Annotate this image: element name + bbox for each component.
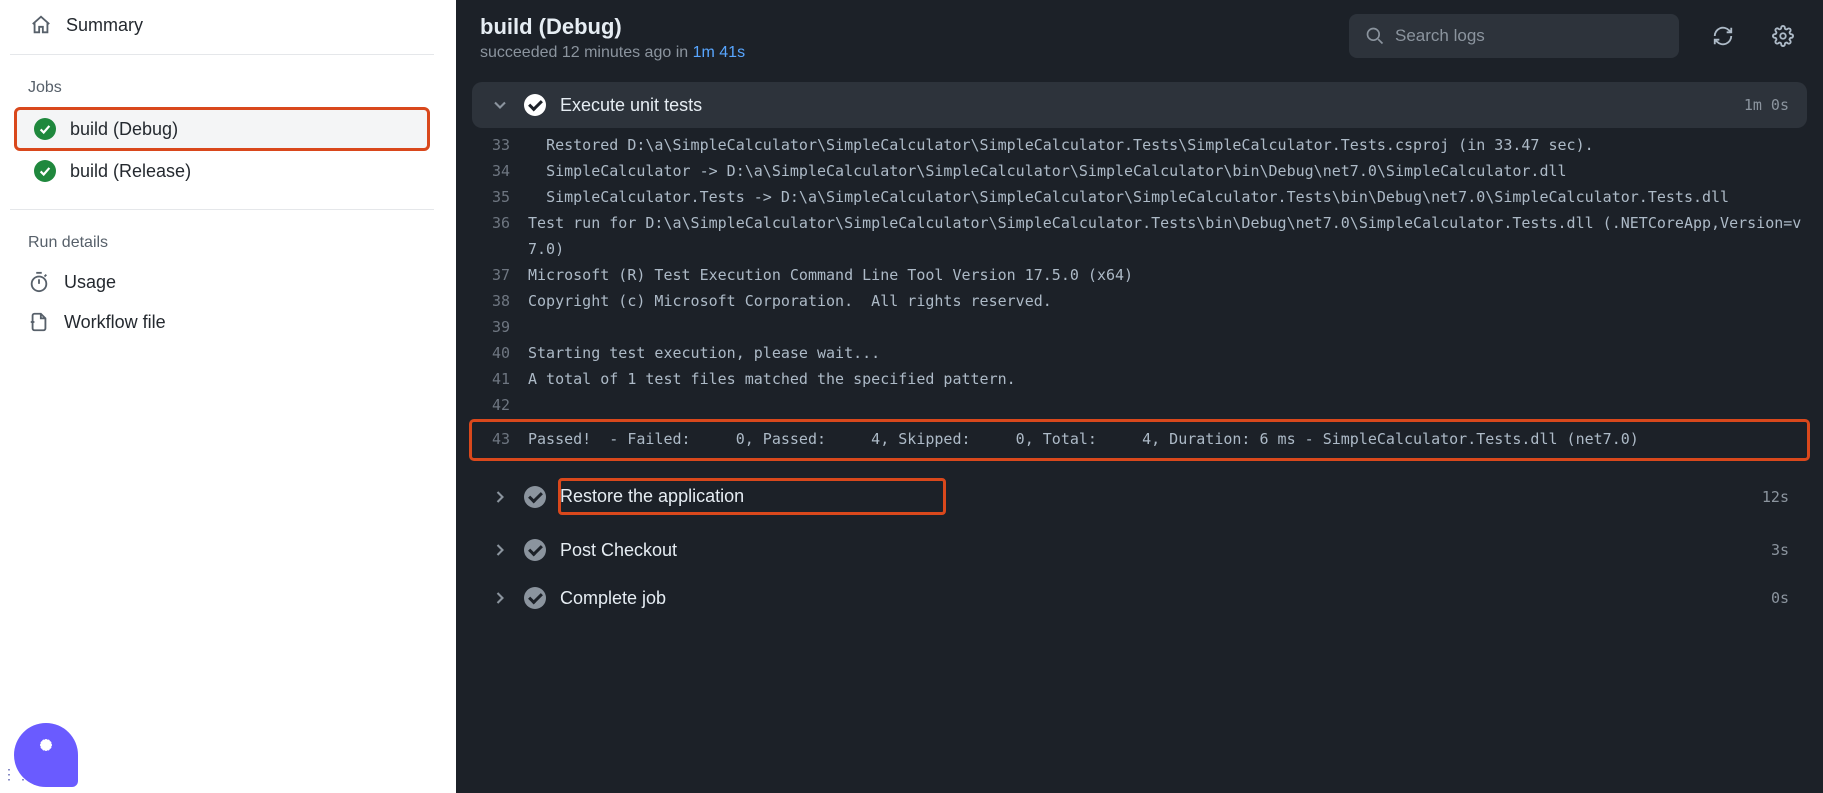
- workflow-file-label: Workflow file: [64, 312, 166, 333]
- job-build-debug[interactable]: build (Debug): [16, 109, 428, 149]
- workflow-file-icon: [28, 311, 50, 333]
- refresh-button[interactable]: [1707, 20, 1739, 52]
- chevron-right-icon: [490, 540, 510, 560]
- step-duration: 3s: [1771, 541, 1789, 559]
- summary-nav[interactable]: Summary: [10, 0, 434, 55]
- step-label: Restore the application: [560, 480, 1748, 513]
- step-label: Execute unit tests: [560, 95, 1730, 116]
- job-subtitle: succeeded 12 minutes ago in 1m 41s: [480, 44, 1333, 62]
- log-line: 42: [472, 392, 1807, 418]
- log-line: 43Passed! - Failed: 0, Passed: 4, Skippe…: [472, 426, 1807, 452]
- stopwatch-icon: [28, 271, 50, 293]
- loading-badge[interactable]: [14, 723, 78, 787]
- job-build-release[interactable]: build (Release): [16, 151, 428, 191]
- job-label: build (Debug): [70, 119, 178, 140]
- job-duration: 1m 41s: [693, 44, 745, 61]
- gear-icon: [1772, 25, 1794, 47]
- drag-handle-icon: ⋮⋮: [2, 771, 10, 777]
- refresh-icon: [1712, 25, 1734, 47]
- usage-label: Usage: [64, 272, 116, 293]
- check-circle-icon: [34, 160, 56, 182]
- check-circle-icon: [34, 118, 56, 140]
- chevron-down-icon: [490, 95, 510, 115]
- log-line: 36Test run for D:\a\SimpleCalculator\Sim…: [472, 210, 1807, 262]
- usage-nav[interactable]: Usage: [10, 262, 424, 302]
- log-header: build (Debug) succeeded 12 minutes ago i…: [456, 0, 1823, 72]
- log-line: 34 SimpleCalculator -> D:\a\SimpleCalcul…: [472, 158, 1807, 184]
- settings-button[interactable]: [1767, 20, 1799, 52]
- check-circle-icon: [524, 539, 546, 561]
- log-line: 35 SimpleCalculator.Tests -> D:\a\Simple…: [472, 184, 1807, 210]
- step-label: Complete job: [560, 588, 1757, 609]
- step-label: Post Checkout: [560, 540, 1757, 561]
- home-icon: [30, 14, 52, 36]
- step-execute-unit-tests[interactable]: Execute unit tests 1m 0s: [472, 82, 1807, 128]
- check-circle-icon: [524, 486, 546, 508]
- jobs-heading: Jobs: [10, 55, 424, 107]
- search-logs[interactable]: [1349, 14, 1679, 58]
- search-input[interactable]: [1395, 26, 1663, 46]
- log-line: 41A total of 1 test files matched the sp…: [472, 366, 1807, 392]
- run-details-heading: Run details: [10, 210, 424, 262]
- log-line: 37Microsoft (R) Test Execution Command L…: [472, 262, 1807, 288]
- spinner-icon: [31, 740, 61, 770]
- log-line: 39: [472, 314, 1807, 340]
- chevron-right-icon: [490, 588, 510, 608]
- search-icon: [1365, 26, 1385, 46]
- step-duration: 0s: [1771, 589, 1789, 607]
- workflow-sidebar: Summary Jobs build (Debug) build (Releas…: [0, 0, 456, 793]
- check-circle-icon: [524, 587, 546, 609]
- job-label: build (Release): [70, 161, 191, 182]
- step-duration: 12s: [1762, 488, 1789, 506]
- log-output[interactable]: 33 Restored D:\a\SimpleCalculator\Simple…: [456, 128, 1823, 466]
- chevron-right-icon: [490, 487, 510, 507]
- log-highlight-result: 43Passed! - Failed: 0, Passed: 4, Skippe…: [472, 422, 1807, 458]
- step-restore-the-application[interactable]: Restore the application 12s: [472, 468, 1807, 525]
- step-complete-job[interactable]: Complete job 0s: [472, 575, 1807, 621]
- log-panel: build (Debug) succeeded 12 minutes ago i…: [456, 0, 1823, 793]
- step-duration: 1m 0s: [1744, 96, 1789, 114]
- summary-label: Summary: [66, 15, 143, 36]
- workflow-file-nav[interactable]: Workflow file: [10, 302, 424, 342]
- check-circle-icon: [524, 94, 546, 116]
- step-post-checkout[interactable]: Post Checkout 3s: [472, 527, 1807, 573]
- job-title: build (Debug): [480, 14, 1333, 40]
- log-line: 33 Restored D:\a\SimpleCalculator\Simple…: [472, 132, 1807, 158]
- jobs-list: build (Debug) build (Release): [10, 109, 434, 210]
- log-line: 40Starting test execution, please wait..…: [472, 340, 1807, 366]
- log-line: 38Copyright (c) Microsoft Corporation. A…: [472, 288, 1807, 314]
